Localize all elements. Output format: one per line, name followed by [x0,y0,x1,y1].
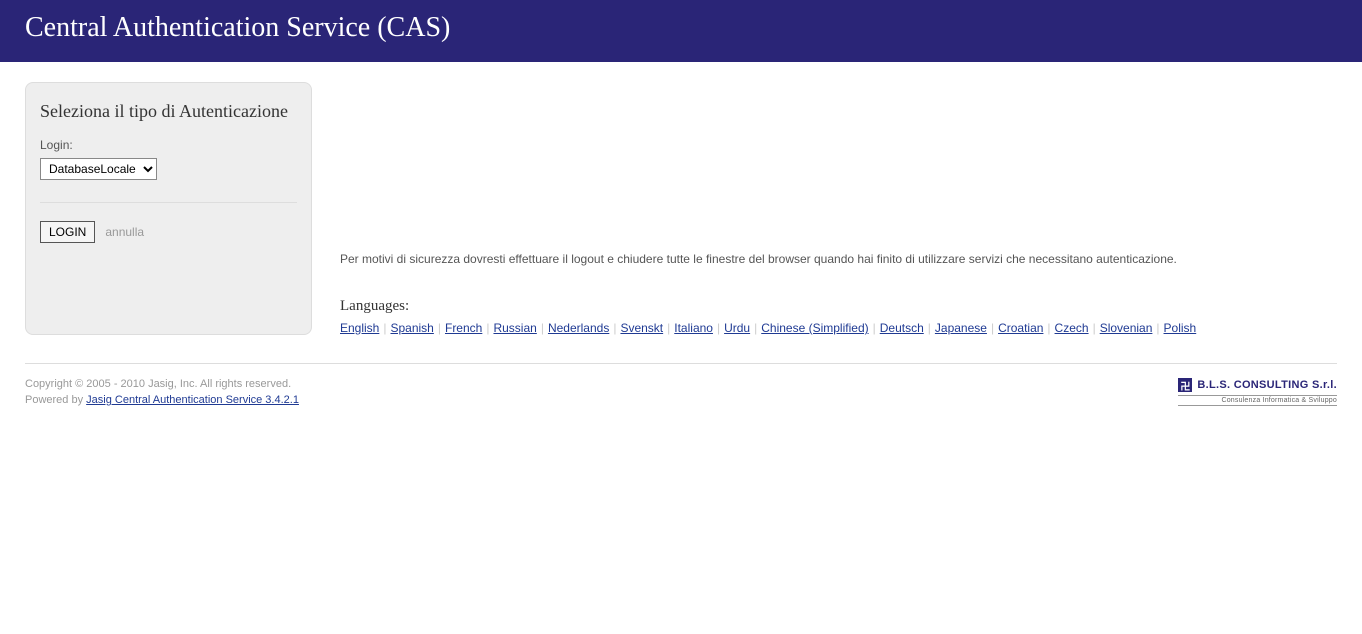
language-link[interactable]: Russian [493,321,536,335]
logo-subtitle: Consulenza Informatica & Sviluppo [1178,395,1337,406]
language-link[interactable]: Slovenian [1100,321,1153,335]
powered-by: Powered by Jasig Central Authentication … [25,394,299,406]
divider [40,202,297,203]
language-link[interactable]: Urdu [724,321,750,335]
separator: | [541,321,544,335]
language-link[interactable]: Svenskt [620,321,663,335]
language-link[interactable]: Deutsch [880,321,924,335]
language-link[interactable]: Nederlands [548,321,609,335]
logo-box: 卍 B.L.S. CONSULTING S.r.l. [1178,378,1337,392]
button-row: LOGIN annulla [40,221,297,243]
language-link[interactable]: Japanese [935,321,987,335]
language-link[interactable]: Croatian [998,321,1043,335]
login-label: Login: [40,138,297,152]
powered-link[interactable]: Jasig Central Authentication Service 3.4… [86,394,299,406]
main-area: Per motivi di sicurezza dovresti effettu… [340,82,1337,335]
separator: | [613,321,616,335]
separator: | [383,321,386,335]
separator: | [928,321,931,335]
separator: | [438,321,441,335]
language-link[interactable]: French [445,321,482,335]
page-title: Central Authentication Service (CAS) [25,12,1337,44]
separator: | [1047,321,1050,335]
separator: | [667,321,670,335]
language-link[interactable]: Italiano [674,321,713,335]
footer-left: Copyright © 2005 - 2010 Jasig, Inc. All … [25,378,299,410]
powered-prefix: Powered by [25,394,86,406]
header: Central Authentication Service (CAS) [0,0,1362,62]
separator: | [991,321,994,335]
login-type-select[interactable]: DatabaseLocale [40,158,157,180]
separator: | [873,321,876,335]
logo-icon: 卍 [1178,378,1192,392]
login-heading: Seleziona il tipo di Autenticazione [40,101,297,122]
logo-name: B.L.S. CONSULTING S.r.l. [1197,379,1337,391]
separator: | [717,321,720,335]
login-panel: Seleziona il tipo di Autenticazione Logi… [25,82,312,335]
separator: | [754,321,757,335]
language-link[interactable]: Polish [1164,321,1197,335]
security-note: Per motivi di sicurezza dovresti effettu… [340,252,1337,266]
footer-logo: 卍 B.L.S. CONSULTING S.r.l. Consulenza In… [1178,378,1337,406]
cancel-link[interactable]: annulla [105,225,144,239]
separator: | [1156,321,1159,335]
languages-list: English | Spanish | French | Russian | Nederland… [340,321,1337,335]
language-link[interactable]: Spanish [390,321,433,335]
language-link[interactable]: English [340,321,379,335]
content-area: Seleziona il tipo di Autenticazione Logi… [0,62,1362,335]
separator: | [1093,321,1096,335]
login-button[interactable]: LOGIN [40,221,95,243]
language-link[interactable]: Czech [1055,321,1089,335]
separator: | [486,321,489,335]
languages-heading: Languages: [340,298,1337,315]
language-link[interactable]: Chinese (Simplified) [761,321,868,335]
copyright-text: Copyright © 2005 - 2010 Jasig, Inc. All … [25,378,299,390]
footer: Copyright © 2005 - 2010 Jasig, Inc. All … [25,363,1337,410]
